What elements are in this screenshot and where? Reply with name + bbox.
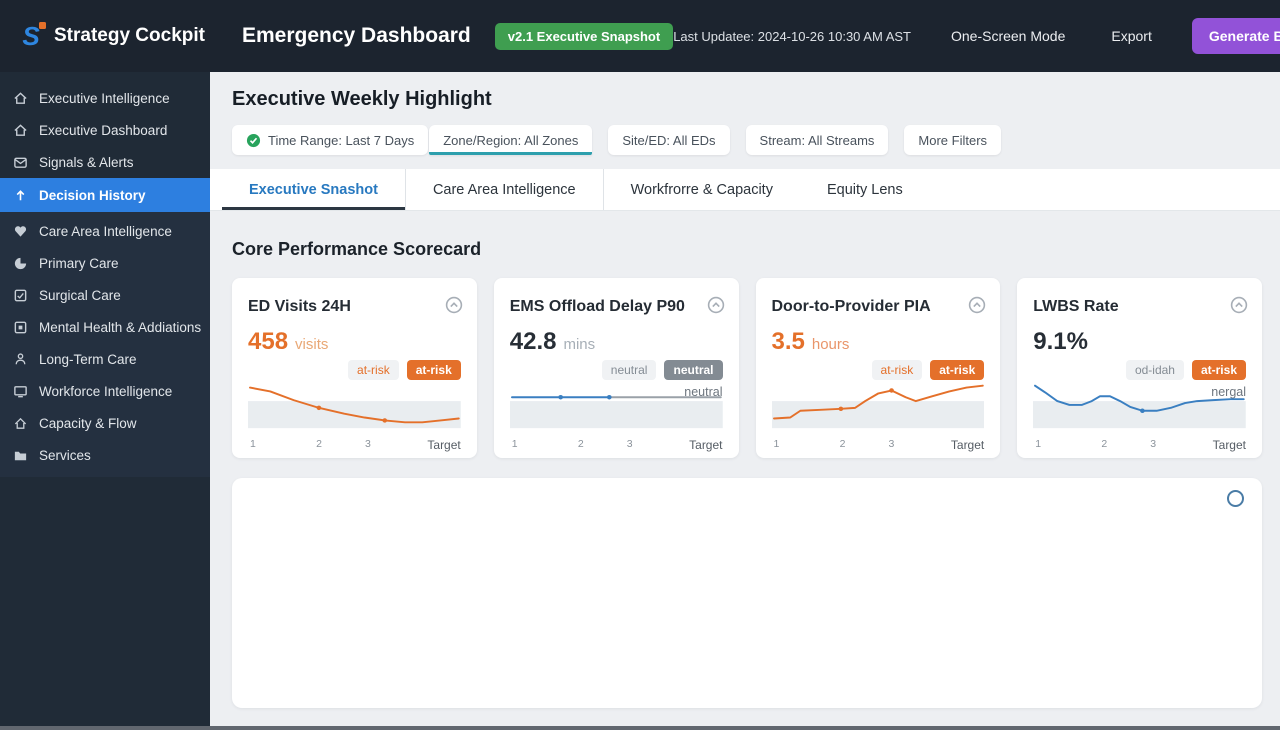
generate-briefing-button[interactable]: Generate Briefing: [1191, 18, 1280, 54]
filter-bar: Time Range: Last 7 Days Zone/Region: All…: [232, 125, 1280, 155]
tab-bar: Executive Snashot Care Area Intelligence…: [210, 169, 1280, 211]
page-title: Emergency Dashboard: [242, 24, 471, 47]
arrow-up-icon: [16, 189, 25, 200]
kpi-title: Door-to-Provider PIA: [771, 298, 931, 315]
check-circle-icon: [246, 133, 261, 147]
kpi-unit: hours: [811, 336, 850, 353]
sparkline-chart: [771, 384, 985, 429]
tab-equity-lens[interactable]: Equity Lens: [800, 169, 930, 210]
kpi-unit: mins: [563, 336, 596, 353]
sidebar-item-workforce-intelligence[interactable]: Workforce Intelligence: [0, 375, 210, 407]
sidebar-item-long-term-care[interactable]: Long-Term Care: [0, 343, 210, 375]
sparkline-chart: [248, 386, 461, 429]
kpi-value: 42.8: [509, 328, 557, 355]
square-icon: [14, 321, 27, 333]
filter-chip-more-filters[interactable]: More Filters: [904, 125, 1002, 155]
kpi-title: ED Visits 24H: [248, 298, 351, 315]
loading-ring-icon: [1227, 490, 1244, 507]
scorecard-title: Core Performance Scorecard: [232, 239, 482, 259]
home-icon: [14, 123, 27, 136]
trend-circle-icon[interactable]: [707, 296, 725, 314]
one-screen-mode-button[interactable]: One-Screen Mode: [945, 27, 1071, 45]
trend-circle-icon[interactable]: [968, 296, 986, 314]
heart-icon: [14, 225, 27, 237]
monitor-icon: [14, 385, 27, 397]
pie-icon: [14, 257, 27, 269]
section-title: Executive Weekly Highlight: [232, 88, 492, 110]
sparkline-x-labels: 1 2 3 Target: [250, 438, 461, 452]
filter-chip-stream[interactable]: Stream: All Streams: [745, 125, 889, 155]
sidebar-item-services[interactable]: Services: [0, 439, 210, 471]
sidebar-item-mental-health[interactable]: Mental Health & Addiations: [0, 311, 210, 343]
person-icon: [15, 352, 26, 364]
kpi-value: 3.5: [771, 328, 805, 355]
sidebar-item-executive-dashboard[interactable]: Executive Dashboard: [0, 114, 210, 146]
app-header: S Strategy Cockpit Emergency Dashboard v…: [0, 0, 1280, 72]
kpi-card-ems-offload: EMS Offload Delay P90 42.8 mins neutral n…: [493, 278, 739, 458]
kpi-value: 9.1%: [1033, 328, 1088, 355]
tab-executive-snapshot[interactable]: Executive Snashot: [222, 169, 406, 210]
folder-icon: [14, 451, 27, 460]
kpi-card-door-to-provider: Door-to-Provider PIA 3.5 hours at-risk at…: [755, 278, 1001, 458]
sidebar: Executive Intelligence Executive Dashboa…: [0, 72, 210, 726]
inbox-icon: [14, 157, 27, 168]
detail-panel-empty: [232, 478, 1262, 708]
brand: S Strategy Cockpit: [18, 21, 226, 51]
export-button[interactable]: Export: [1105, 27, 1157, 45]
filter-chip-site-ed[interactable]: Site/ED: All EDs: [608, 125, 730, 155]
bottom-divider: [0, 726, 1280, 732]
kpi-card-lwbs-rate: LWBS Rate 9.1% od-idah at-risk nergal 1 …: [1017, 278, 1262, 458]
sidebar-item-surgical-care[interactable]: Surgical Care: [0, 279, 210, 311]
sidebar-item-signals-alerts[interactable]: Signals & Alerts: [0, 146, 210, 178]
brand-name: Strategy Cockpit: [54, 25, 205, 46]
sparkline-chart: [1033, 384, 1246, 429]
kpi-unit: visits: [295, 336, 329, 353]
filter-chip-time-range[interactable]: Time Range: Last 7 Days: [232, 125, 429, 155]
sidebar-item-capacity-flow[interactable]: Capacity & Flow: [0, 407, 210, 439]
kpi-title: EMS Offload Delay P90: [509, 298, 685, 315]
version-badge: v2.1 Executive Snapshot: [494, 22, 674, 50]
clipboard-icon: [14, 289, 27, 301]
kpi-title: LWBS Rate: [1033, 298, 1119, 315]
last-updated-text: Last Updatee: 2024-10-26 10:30 AM AST: [673, 28, 911, 44]
kpi-value: 458: [248, 328, 289, 355]
brand-logo-icon: S: [18, 21, 46, 51]
sidebar-item-executive-intelligence[interactable]: Executive Intelligence: [0, 82, 210, 114]
kpi-card-grid: ED Visits 24H 458 visits at-risk at-risk …: [232, 278, 1262, 458]
tab-care-area-intelligence[interactable]: Care Area Intelligence: [406, 169, 604, 210]
sparkline-x-labels: 1 2 3 Target: [511, 438, 723, 452]
home-icon: [14, 91, 27, 104]
sidebar-item-care-area-intelligence[interactable]: Care Area Intelligence: [0, 215, 210, 247]
house-outline-icon: [14, 417, 27, 429]
header-actions: Last Updatee: 2024-10-26 10:30 AM AST On…: [673, 18, 1280, 54]
sidebar-care-group: Care Area Intelligence Primary Care Surg…: [0, 212, 210, 477]
sparkline-chart: [509, 395, 723, 429]
tab-workforce-capacity[interactable]: Workfrorre & Capacity: [604, 169, 800, 210]
sidebar-item-primary-care[interactable]: Primary Care: [0, 247, 210, 279]
main-content: Executive Weekly Highlight Time Range: L…: [210, 72, 1280, 726]
trend-circle-icon[interactable]: [445, 296, 463, 314]
sparkline-x-labels: 1 2 3 Target: [773, 438, 985, 452]
trend-circle-icon[interactable]: [1230, 296, 1248, 314]
kpi-card-ed-visits: ED Visits 24H 458 visits at-risk at-risk …: [232, 278, 477, 458]
sidebar-item-decision-history[interactable]: Decision History: [0, 178, 210, 212]
sparkline-x-labels: 1 2 3 Target: [1035, 438, 1246, 452]
filter-chip-zone-region[interactable]: Zone/Region: All Zones: [429, 125, 593, 155]
